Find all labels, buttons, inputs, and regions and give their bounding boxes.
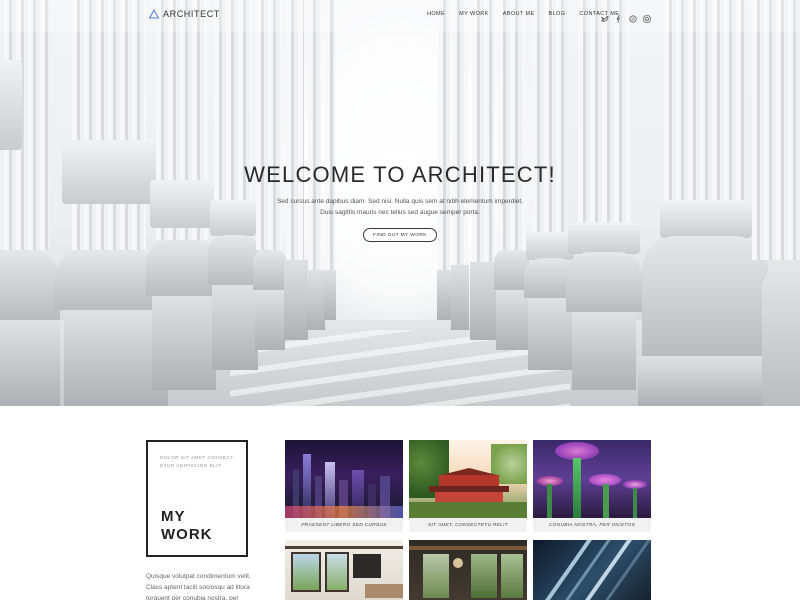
site-logo[interactable]: ARCHITECT xyxy=(149,9,220,19)
portfolio-tile[interactable] xyxy=(409,540,527,600)
nav-home[interactable]: HOME xyxy=(427,11,445,17)
tile-caption: PRAESENT LIBERO SED CURSUS xyxy=(285,518,403,532)
hero-subtitle: Sed cursus ante dapibus diam. Sed nisi. … xyxy=(0,196,800,218)
work-heading-line-1: MY xyxy=(161,508,186,525)
hero-column xyxy=(566,0,642,390)
hero-title: WELCOME TO ARCHITECT! xyxy=(244,162,556,187)
tile-image-pagoda xyxy=(409,440,527,518)
find-out-my-work-button[interactable]: FIND OUT MY WORK xyxy=(363,228,437,242)
tile-image-dark-interior xyxy=(409,540,527,600)
portfolio-tile[interactable]: CONUBIA NOSTRA, PER INCETOS xyxy=(533,440,651,532)
portfolio-tile[interactable] xyxy=(285,540,403,600)
tile-caption: SIT AMET, CONSECTETU RELIT xyxy=(409,518,527,532)
tile-image-city xyxy=(285,440,403,518)
portfolio-tile[interactable]: PRAESENT LIBERO SED CURSUS xyxy=(285,440,403,532)
instagram-icon[interactable] xyxy=(643,10,651,23)
logo-text: ARCHITECT xyxy=(163,9,220,19)
work-heading: MY WORK xyxy=(161,508,213,544)
hero-column xyxy=(437,0,451,320)
hero-column xyxy=(324,0,336,320)
social-links xyxy=(601,10,651,23)
twitter-icon[interactable] xyxy=(601,10,609,22)
nav-about-me[interactable]: ABOUT ME xyxy=(503,11,535,17)
hero-banner: ARCHITECT HOME MY WORK ABOUT ME BLOG CON… xyxy=(0,0,800,406)
work-kicker: DOLOR SIT AMET CONSECT ETUR ADIPISCING E… xyxy=(160,456,234,469)
work-heading-line-2: WORK xyxy=(161,526,213,543)
portfolio-tile[interactable]: SIT AMET, CONSECTETU RELIT xyxy=(409,440,527,532)
top-nav: ARCHITECT HOME MY WORK ABOUT ME BLOG CON… xyxy=(0,0,800,32)
dribbble-icon[interactable] xyxy=(629,10,637,23)
tile-image-living-room xyxy=(285,540,403,600)
work-description: Quisque volutpat condimentum velit. Clas… xyxy=(146,573,251,600)
hero-subtitle-line-1: Sed cursus ante dapibus diam. Sed nisi. … xyxy=(276,198,524,205)
triangle-logo-icon xyxy=(149,9,159,19)
hero-subtitle-line-2: Duis sagittis mauris nec tellus sed augu… xyxy=(320,209,480,216)
hero-column xyxy=(146,0,218,390)
portfolio-tile[interactable] xyxy=(533,540,651,600)
tile-caption: CONUBIA NOSTRA, PER INCETOS xyxy=(533,518,651,532)
my-work-intro-box: DOLOR SIT AMET CONSECT ETUR ADIPISCING E… xyxy=(146,440,248,557)
facebook-icon[interactable] xyxy=(615,10,623,23)
tile-image-glass-building xyxy=(533,540,651,600)
nav-blog[interactable]: BLOG xyxy=(549,11,566,17)
nav-my-work[interactable]: MY WORK xyxy=(459,11,489,17)
tile-image-supertrees xyxy=(533,440,651,518)
